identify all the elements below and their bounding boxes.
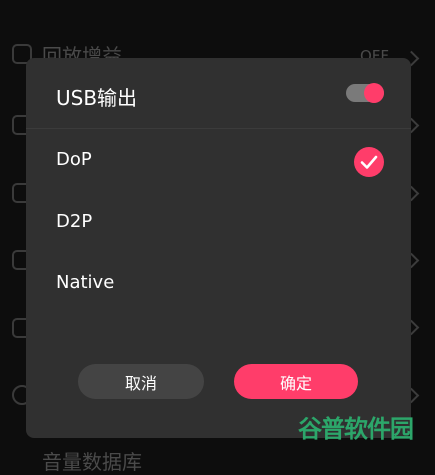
checkmark-icon xyxy=(354,147,384,177)
confirm-button[interactable]: 确定 xyxy=(234,364,358,399)
option-label: D2P xyxy=(56,211,93,232)
dialog-title: USB输出 xyxy=(56,86,138,110)
option-d2p[interactable]: D2P xyxy=(26,193,411,251)
option-native[interactable]: Native xyxy=(26,254,411,312)
watermark-logo: 谷普软件园 xyxy=(298,415,414,443)
option-label: Native xyxy=(56,272,115,293)
usb-output-dialog: USB输出 DoP D2P Native 取消 确定 xyxy=(26,58,411,438)
option-label: DoP xyxy=(56,149,92,170)
option-dop[interactable]: DoP xyxy=(26,131,411,189)
cancel-button[interactable]: 取消 xyxy=(78,364,204,399)
usb-output-toggle[interactable] xyxy=(346,82,384,104)
divider xyxy=(26,128,411,129)
settings-row-label: 音量数据库 xyxy=(42,450,142,474)
toggle-knob xyxy=(364,83,384,103)
